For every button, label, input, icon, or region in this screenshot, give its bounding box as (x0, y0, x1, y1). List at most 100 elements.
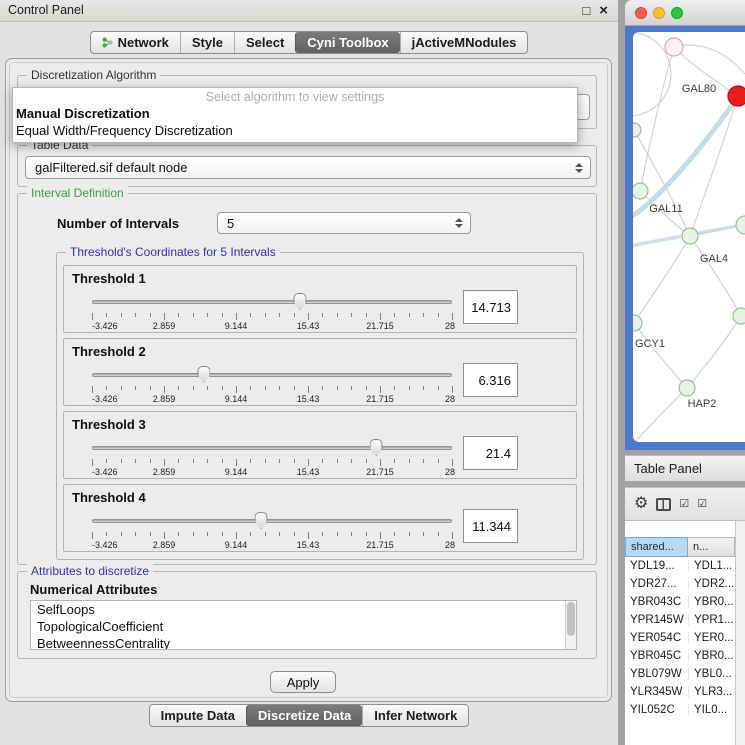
threshold-slider[interactable] (92, 440, 452, 458)
tab-infer-network[interactable]: Infer Network (362, 705, 468, 726)
table-scrollbar[interactable] (735, 521, 745, 745)
network-node[interactable] (682, 228, 698, 244)
tab-network[interactable]: Network (91, 32, 180, 53)
tab-style[interactable]: Style (180, 32, 234, 53)
group-title: Interval Definition (27, 186, 128, 200)
scrollbar-thumb[interactable] (567, 602, 575, 636)
close-icon[interactable]: × (599, 1, 608, 21)
control-panel-window: Control Panel □ × NetworkStyleSelectCyni… (0, 0, 618, 745)
network-view-window: GAL80GAL11GAL4GCY1HAP2 (625, 0, 745, 450)
table-cell: YBR045C (625, 650, 688, 662)
select-all-icon[interactable]: ☑ (679, 499, 689, 510)
network-node[interactable] (736, 216, 745, 234)
attribute-list-item[interactable]: BetweennessCentrality (31, 635, 576, 650)
tab-label: Discretize Data (258, 708, 351, 723)
numerical-attributes-list[interactable]: SelfLoopsTopologicalCoefficientBetweenne… (30, 600, 577, 650)
tab-impute-data[interactable]: Impute Data (150, 705, 246, 726)
network-node[interactable] (728, 86, 745, 106)
gear-icon[interactable]: ⚙ (634, 496, 648, 512)
slider-thumb[interactable] (293, 293, 306, 310)
column-header[interactable]: n... (688, 537, 735, 557)
network-node[interactable] (733, 308, 745, 324)
table-row[interactable]: YBR045CYBR0... (625, 647, 735, 665)
slider-track[interactable] (92, 446, 452, 450)
tab-label: Select (246, 35, 284, 50)
tab-jactivemnodules[interactable]: jActiveMNodules (400, 32, 528, 53)
slider-track[interactable] (92, 519, 452, 523)
threshold-slider[interactable] (92, 513, 452, 531)
slider-track[interactable] (92, 300, 452, 304)
tab-label: Impute Data (161, 708, 235, 723)
tab-cyni-toolbox[interactable]: Cyni Toolbox (295, 32, 399, 53)
table-data-combobox[interactable]: galFiltered.sif default node (25, 156, 591, 179)
top-tabbar: Network Style Select Cyni Toolbox jActiveMNo… (90, 31, 529, 54)
network-window-titlebar (625, 0, 745, 26)
network-canvas[interactable]: GAL80GAL11GAL4GCY1HAP2 (633, 32, 745, 442)
group-title: Threshold's Coordinates for 5 Intervals (66, 245, 280, 259)
table-row[interactable]: YER054CYER0... (625, 629, 735, 647)
columns-icon[interactable] (656, 498, 671, 511)
algorithm-option[interactable]: Equal Width/Frequency Discretization (13, 122, 577, 139)
table-row[interactable]: YDR27...YDR2... (625, 575, 735, 593)
table-row[interactable]: YDL19...YDL1... (625, 557, 735, 575)
threshold-slider[interactable] (92, 367, 452, 385)
slider-ticks (92, 386, 452, 394)
table-row[interactable]: YPR145WYPR1... (625, 611, 735, 629)
network-node-label: GAL11 (649, 203, 682, 215)
apply-button[interactable]: Apply (270, 671, 336, 693)
select-all-icon[interactable]: ☑ (697, 499, 707, 510)
threshold-label: Threshold 3 (72, 417, 146, 432)
num-intervals-spinner[interactable]: 5 (217, 212, 471, 234)
network-node[interactable] (633, 123, 641, 137)
spinner-stepper-icon[interactable] (455, 213, 464, 233)
slider-track[interactable] (92, 373, 452, 377)
table-row[interactable]: YBR043CYBR0... (625, 593, 735, 611)
threshold-value-input[interactable]: 14.713 (463, 290, 518, 324)
threshold-value-input[interactable]: 21.4 (463, 436, 518, 470)
table-panel-title: Table Panel (634, 461, 702, 476)
tab-label: jActiveMNodules (412, 35, 517, 50)
table-cell: YBR043C (625, 596, 688, 608)
tab-select[interactable]: Select (234, 32, 295, 53)
tab-label: Infer Network (374, 708, 457, 723)
tab-discretize-data[interactable]: Discretize Data (246, 705, 362, 726)
table-row[interactable]: YLR345WYLR3... (625, 683, 735, 701)
threshold-value-input[interactable]: 6.316 (463, 363, 518, 397)
algorithm-option[interactable]: Manual Discretization (13, 105, 577, 122)
right-side: GAL80GAL11GAL4GCY1HAP2 Table Panel ⚙ ☑ ☑… (618, 0, 745, 745)
list-scrollbar[interactable] (565, 601, 576, 649)
popup-options: Manual DiscretizationEqual Width/Frequen… (13, 105, 577, 139)
attribute-list-item[interactable]: TopologicalCoefficient (31, 618, 576, 635)
popup-placeholder: Select algorithm to view settings (13, 88, 577, 105)
minimize-traffic-light-icon[interactable] (653, 7, 665, 19)
threshold-label: Threshold 1 (72, 271, 146, 286)
table-cell: YER0... (688, 632, 735, 644)
slider-thumb[interactable] (255, 512, 268, 529)
network-graph[interactable]: GAL80GAL11GAL4GCY1HAP2 (633, 32, 745, 442)
network-node[interactable] (679, 380, 695, 396)
table-header-row: shared...n... (625, 537, 735, 557)
table-row[interactable]: YBL079WYBL0... (625, 665, 735, 683)
threshold-value-input[interactable]: 11.344 (463, 509, 518, 543)
tab-label: Network (118, 35, 169, 50)
network-node[interactable] (665, 38, 683, 56)
slider-thumb[interactable] (370, 439, 383, 456)
table-data-group: Table Data galFiltered.sif default node (17, 145, 597, 187)
float-window-icon[interactable]: □ (582, 1, 590, 21)
network-selection-frame: GAL80GAL11GAL4GCY1HAP2 (625, 26, 745, 450)
attribute-list-item[interactable]: SelfLoops (31, 601, 576, 618)
threshold-slider[interactable] (92, 294, 452, 312)
network-node[interactable] (633, 183, 648, 199)
table-cell: YPR145W (625, 614, 688, 626)
slider-thumb[interactable] (197, 366, 210, 383)
combobox-stepper-icon[interactable] (575, 157, 584, 178)
zoom-traffic-light-icon[interactable] (671, 7, 683, 19)
network-node[interactable] (633, 315, 642, 331)
close-traffic-light-icon[interactable] (635, 7, 647, 19)
table-cell: YBL0... (688, 668, 735, 680)
table-cell: YLR3... (688, 686, 735, 698)
threshold-block-1: Threshold 1-3.4262.8599.14415.4321.71528… (63, 265, 577, 333)
table-row[interactable]: YIL052CYIL0... (625, 701, 735, 719)
threshold-label: Threshold 2 (72, 344, 146, 359)
column-header[interactable]: shared... (625, 537, 688, 557)
